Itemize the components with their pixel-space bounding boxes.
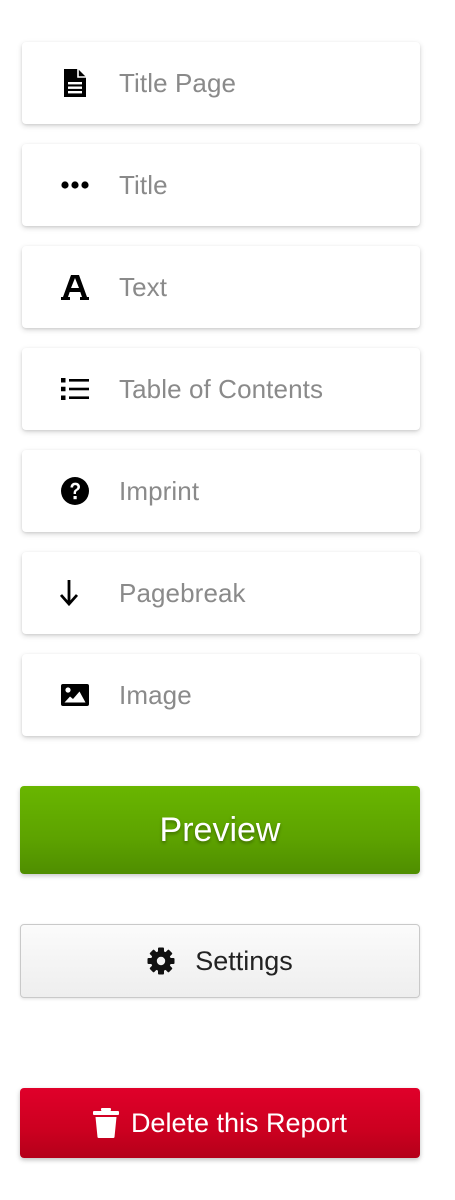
element-item-pagebreak[interactable]: Pagebreak <box>22 552 420 634</box>
element-item-label: Table of Contents <box>119 373 324 404</box>
settings-button[interactable]: Settings <box>20 924 420 998</box>
image-icon <box>60 680 90 710</box>
element-item-table-of-contents[interactable]: Table of Contents <box>22 348 420 430</box>
settings-button-label: Settings <box>195 945 293 976</box>
preview-button[interactable]: Preview <box>20 786 420 874</box>
gear-icon <box>147 947 175 975</box>
element-item-title-page[interactable]: Title Page <box>22 42 420 124</box>
element-item-label: Title <box>119 169 168 200</box>
element-item-imprint[interactable]: Imprint <box>22 450 420 532</box>
ellipsis-icon <box>60 170 90 200</box>
element-item-text[interactable]: Text <box>22 246 420 328</box>
delete-report-button-label: Delete this Report <box>130 1107 348 1138</box>
element-item-label: Imprint <box>119 475 200 506</box>
element-item-image[interactable]: Image <box>22 654 420 736</box>
element-item-title[interactable]: Title <box>22 144 420 226</box>
element-item-label: Title Page <box>119 67 237 98</box>
preview-button-label: Preview <box>159 810 281 849</box>
list-icon <box>60 374 90 404</box>
question-circle-icon <box>60 476 90 506</box>
file-text-icon <box>60 68 90 98</box>
element-item-label: Text <box>119 271 168 302</box>
delete-report-button[interactable]: Delete this Report <box>20 1088 420 1158</box>
font-a-icon <box>60 272 90 302</box>
element-item-label: Image <box>119 679 192 710</box>
trash-icon <box>92 1108 119 1138</box>
element-item-label: Pagebreak <box>119 577 246 608</box>
arrow-down-icon <box>54 578 84 608</box>
